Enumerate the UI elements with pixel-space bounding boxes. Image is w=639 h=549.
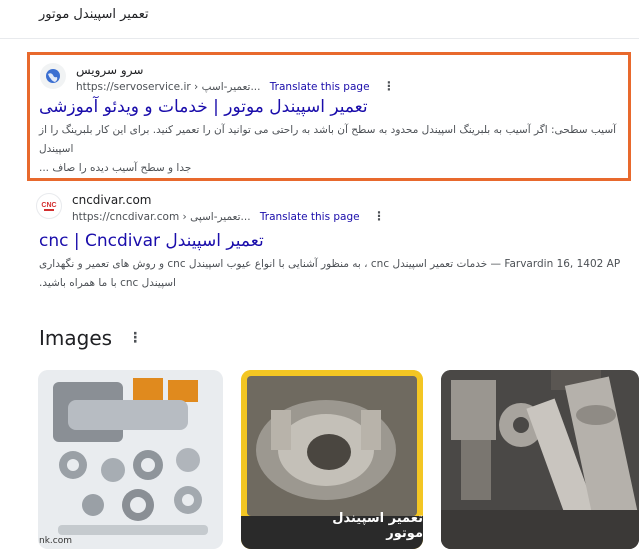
search-result: CNC cncdivar.com https://cncdivar.com › … (36, 193, 631, 303)
cnc-logo-text: CNC (41, 202, 56, 209)
site-url: https://servoservice.ir › تعمیر-اسپ... T… (76, 79, 395, 94)
image-caption: تعمیر اسپیندل موتور (332, 511, 423, 541)
result-title[interactable]: cnc | Cncdivar تعمیر اسپیندل (39, 231, 264, 251)
url-text: https://cncdivar.com › تعمیر-اسپی... (72, 211, 251, 223)
search-query[interactable]: تعمیر اسپیندل موتور (39, 7, 149, 22)
result-snippet: Farvardin 16, 1402 AP — خدمات تعمیر اسپی… (39, 255, 629, 293)
search-result-highlighted: سرو سرویس https://servoservice.ir › تعمی… (27, 52, 631, 181)
cnc-logo-icon: CNC (36, 193, 62, 219)
search-bar[interactable]: تعمیر اسپیندل موتور (0, 0, 639, 39)
snippet-line: Farvardin 16, 1402 AP — خدمات تعمیر اسپی… (39, 258, 621, 270)
url-text: https://servoservice.ir › تعمیر-اسپ... (76, 81, 261, 93)
result-site-row[interactable]: CNC cncdivar.com https://cncdivar.com › … (36, 193, 385, 224)
globe-icon (40, 63, 66, 89)
snippet-line: جدا و سطح آسیب دیده را صاف ... (39, 162, 192, 174)
more-options-icon[interactable]: ⋮ (383, 79, 395, 93)
image-thumbnail[interactable] (441, 370, 639, 549)
result-snippet: آسیب سطحی: اگر آسیب به بلبرینگ اسپیندل م… (39, 121, 629, 178)
snippet-line: آسیب سطحی: اگر آسیب به بلبرینگ اسپیندل م… (39, 124, 617, 155)
divider (0, 38, 639, 39)
site-name: سرو سرویس (76, 63, 144, 77)
translate-link[interactable]: Translate this page (270, 81, 370, 93)
more-options-icon[interactable]: ⋮ (373, 209, 385, 223)
image-thumbnail[interactable]: nk.com (38, 370, 223, 549)
snippet-line: اسپیندل cnc با ما همراه باشید. (39, 277, 176, 289)
more-options-icon[interactable]: ⋮ (128, 330, 142, 346)
translate-link[interactable]: Translate this page (260, 211, 360, 223)
images-heading-text: Images (39, 326, 113, 350)
site-name: cncdivar.com (72, 193, 152, 207)
site-url: https://cncdivar.com › تعمیر-اسپی... Tra… (72, 209, 385, 224)
image-source: nk.com (39, 536, 72, 546)
result-site-row[interactable]: سرو سرویس https://servoservice.ir › تعمی… (40, 63, 395, 94)
images-section-heading: Images ⋮ (39, 326, 142, 350)
result-title[interactable]: تعمیر اسپیندل موتور | خدمات و ویدئو آموز… (39, 97, 368, 117)
image-thumbnail[interactable]: تعمیر اسپیندل موتور (241, 370, 423, 549)
